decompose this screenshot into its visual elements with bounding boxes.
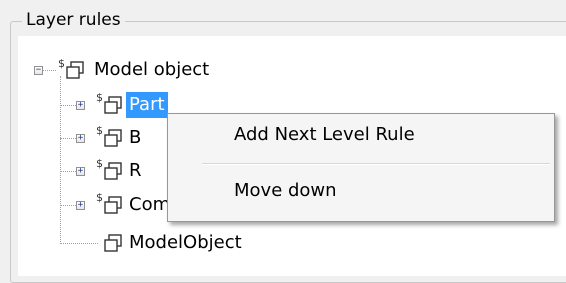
groupbox-title: Layer rules <box>22 9 125 31</box>
tree-item-part[interactable]: Part <box>126 92 168 118</box>
layer-node-icon <box>104 234 122 252</box>
expand-icon[interactable]: + <box>76 134 85 143</box>
rule-marker: $ <box>96 124 103 137</box>
menu-item-label: Add Next Level Rule <box>234 123 415 145</box>
layer-node-icon <box>104 162 122 180</box>
menu-item-move-down[interactable]: Move down <box>168 172 554 208</box>
menu-separator <box>202 163 550 165</box>
context-menu: Add Next Level Rule Move down <box>167 113 555 222</box>
tree-line <box>60 243 98 244</box>
menu-item-add-next-level-rule[interactable]: Add Next Level Rule <box>168 118 554 150</box>
expand-icon[interactable]: + <box>76 167 85 176</box>
tree-item-modelobject[interactable]: ModelObject <box>129 230 242 256</box>
layer-node-icon <box>104 129 122 147</box>
rule-marker: $ <box>58 57 65 70</box>
expand-icon[interactable]: + <box>76 201 85 210</box>
collapse-icon[interactable]: − <box>34 66 43 75</box>
menu-item-label: Move down <box>234 179 337 201</box>
layer-node-icon <box>66 61 84 79</box>
tree-item-r[interactable]: R <box>129 158 142 184</box>
tree-item-b[interactable]: B <box>129 125 141 151</box>
tree-line <box>60 76 61 244</box>
layer-node-icon <box>104 96 122 114</box>
layer-node-icon <box>104 196 122 214</box>
rule-marker: $ <box>96 91 103 104</box>
rule-marker: $ <box>96 157 103 170</box>
expand-icon[interactable]: + <box>76 101 85 110</box>
tree-root-label[interactable]: Model object <box>94 57 209 83</box>
rule-marker: $ <box>96 191 103 204</box>
